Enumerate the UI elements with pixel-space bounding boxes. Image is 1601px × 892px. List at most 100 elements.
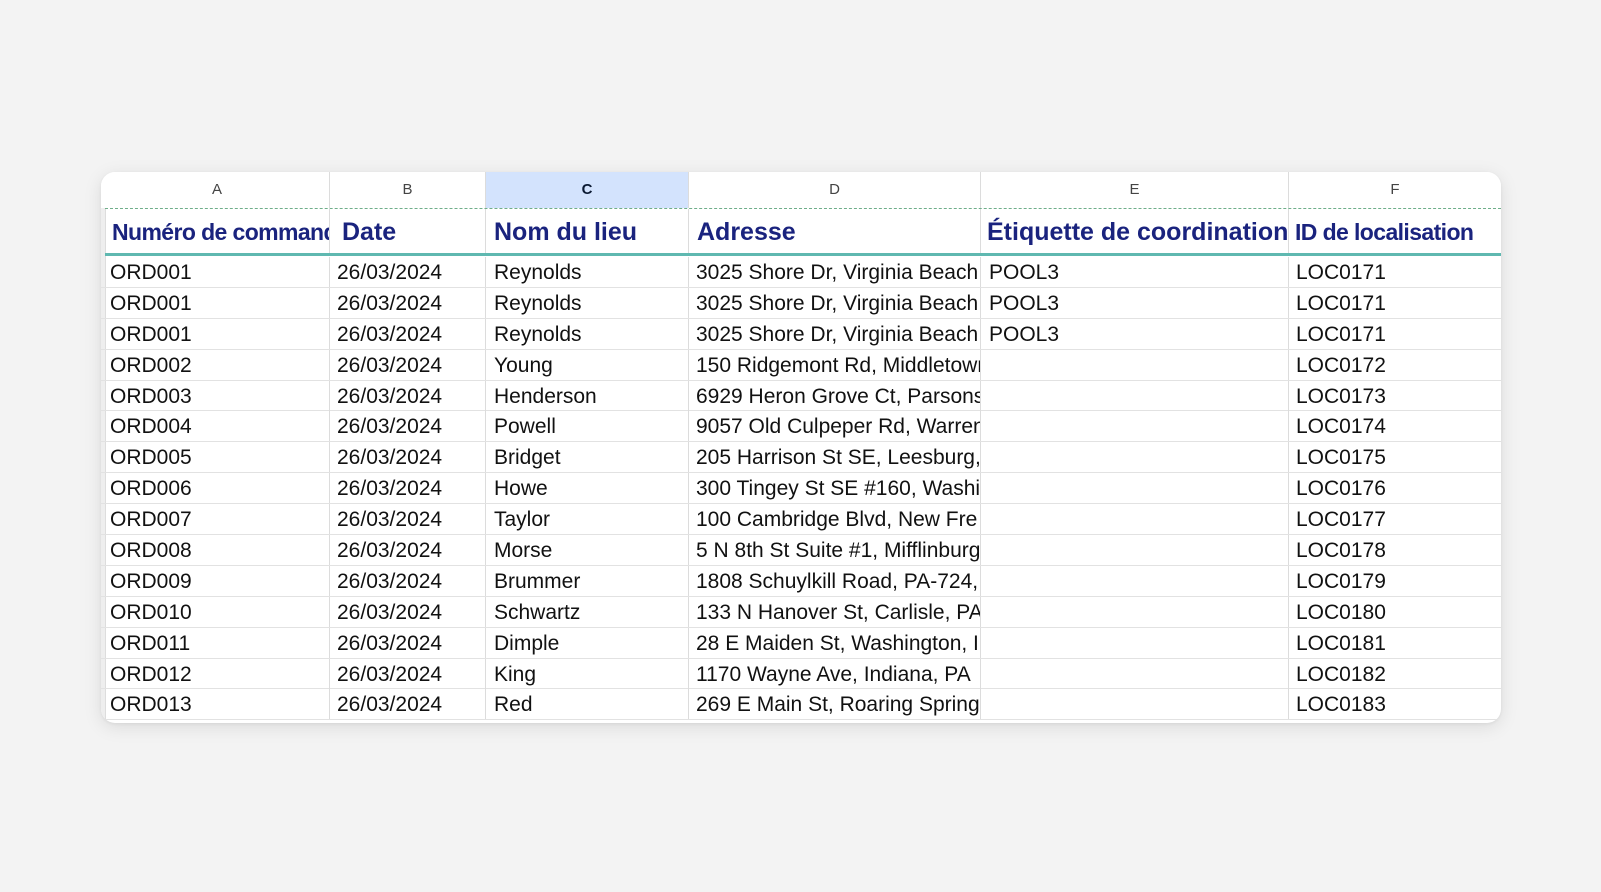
- cell-order-number[interactable]: ORD001: [105, 257, 330, 287]
- cell-coordination-label[interactable]: POOL3: [981, 287, 1289, 318]
- cell-location-id[interactable]: LOC0179: [1289, 566, 1501, 596]
- cell-coordination-label[interactable]: [981, 689, 1289, 720]
- cell-coordination-label[interactable]: [981, 411, 1289, 442]
- cell-date[interactable]: 26/03/2024: [330, 565, 486, 596]
- header-cell-address[interactable]: Adresse: [689, 209, 981, 253]
- cell-location-id[interactable]: LOC0174: [1289, 411, 1501, 441]
- cell-place-name[interactable]: Brummer: [486, 565, 689, 596]
- cell-address[interactable]: 300 Tingey St SE #160, Washi: [689, 473, 981, 504]
- cell-date[interactable]: 26/03/2024: [330, 380, 486, 411]
- cell-address[interactable]: 100 Cambridge Blvd, New Fre: [689, 504, 981, 535]
- cell-place-name[interactable]: Reynolds: [486, 318, 689, 349]
- cell-location-id[interactable]: LOC0171: [1289, 257, 1501, 287]
- cell-order-number[interactable]: ORD013: [105, 689, 330, 720]
- column-header-b[interactable]: B: [330, 172, 486, 208]
- cell-place-name[interactable]: Howe: [486, 473, 689, 504]
- cell-location-id[interactable]: LOC0171: [1289, 288, 1501, 318]
- cell-date[interactable]: 26/03/2024: [330, 257, 486, 287]
- cell-location-id[interactable]: LOC0183: [1289, 689, 1501, 719]
- cell-location-id[interactable]: LOC0182: [1289, 659, 1501, 689]
- cell-place-name[interactable]: Dimple: [486, 627, 689, 658]
- cell-date[interactable]: 26/03/2024: [330, 411, 486, 442]
- cell-address[interactable]: 28 E Maiden St, Washington, Il: [689, 627, 981, 658]
- cell-address[interactable]: 5 N 8th St Suite #1, Mifflinburg: [689, 535, 981, 566]
- cell-coordination-label[interactable]: POOL3: [981, 257, 1289, 287]
- cell-address[interactable]: 3025 Shore Dr, Virginia Beach,: [689, 257, 981, 287]
- cell-coordination-label[interactable]: [981, 349, 1289, 380]
- cell-address[interactable]: 1170 Wayne Ave, Indiana, PA: [689, 658, 981, 689]
- cell-coordination-label[interactable]: [981, 380, 1289, 411]
- header-cell-coordination-label[interactable]: Étiquette de coordination: [981, 209, 1289, 253]
- cell-coordination-label[interactable]: [981, 658, 1289, 689]
- cell-address[interactable]: 3025 Shore Dr, Virginia Beach,: [689, 318, 981, 349]
- cell-order-number[interactable]: ORD005: [105, 442, 330, 473]
- header-cell-date[interactable]: Date: [330, 209, 486, 253]
- column-header-e[interactable]: E: [981, 172, 1289, 208]
- cell-order-number[interactable]: ORD004: [105, 411, 330, 442]
- cell-location-id[interactable]: LOC0176: [1289, 473, 1501, 503]
- cell-address[interactable]: 6929 Heron Grove Ct, Parsons: [689, 380, 981, 411]
- cell-order-number[interactable]: ORD003: [105, 380, 330, 411]
- header-cell-order-number[interactable]: Numéro de commande: [105, 209, 330, 253]
- cell-place-name[interactable]: Reynolds: [486, 257, 689, 287]
- cell-order-number[interactable]: ORD009: [105, 565, 330, 596]
- cell-order-number[interactable]: ORD006: [105, 473, 330, 504]
- cell-location-id[interactable]: LOC0171: [1289, 319, 1501, 349]
- cell-date[interactable]: 26/03/2024: [330, 287, 486, 318]
- cell-location-id[interactable]: LOC0177: [1289, 504, 1501, 534]
- cell-order-number[interactable]: ORD007: [105, 504, 330, 535]
- cell-order-number[interactable]: ORD001: [105, 287, 330, 318]
- cell-order-number[interactable]: ORD010: [105, 596, 330, 627]
- header-cell-location-id[interactable]: ID de localisation: [1289, 209, 1501, 253]
- cell-coordination-label[interactable]: [981, 535, 1289, 566]
- cell-date[interactable]: 26/03/2024: [330, 473, 486, 504]
- cell-place-name[interactable]: Young: [486, 349, 689, 380]
- cell-coordination-label[interactable]: [981, 565, 1289, 596]
- cell-place-name[interactable]: Morse: [486, 535, 689, 566]
- cell-place-name[interactable]: Taylor: [486, 504, 689, 535]
- cell-address[interactable]: 133 N Hanover St, Carlisle, PA: [689, 596, 981, 627]
- cell-place-name[interactable]: King: [486, 658, 689, 689]
- cell-address[interactable]: 269 E Main St, Roaring Spring: [689, 689, 981, 720]
- cell-order-number[interactable]: ORD011: [105, 627, 330, 658]
- cell-location-id[interactable]: LOC0178: [1289, 535, 1501, 565]
- cell-date[interactable]: 26/03/2024: [330, 318, 486, 349]
- cell-date[interactable]: 26/03/2024: [330, 596, 486, 627]
- column-header-a[interactable]: A: [105, 172, 330, 208]
- cell-order-number[interactable]: ORD012: [105, 658, 330, 689]
- cell-place-name[interactable]: Powell: [486, 411, 689, 442]
- cell-coordination-label[interactable]: [981, 504, 1289, 535]
- cell-coordination-label[interactable]: [981, 473, 1289, 504]
- cell-location-id[interactable]: LOC0175: [1289, 442, 1501, 472]
- column-header-c[interactable]: C: [486, 172, 689, 208]
- cell-location-id[interactable]: LOC0181: [1289, 628, 1501, 658]
- cell-order-number[interactable]: ORD008: [105, 535, 330, 566]
- cell-place-name[interactable]: Schwartz: [486, 596, 689, 627]
- cell-address[interactable]: 9057 Old Culpeper Rd, Warren: [689, 411, 981, 442]
- cell-place-name[interactable]: Red: [486, 689, 689, 720]
- header-cell-place-name[interactable]: Nom du lieu: [486, 209, 689, 253]
- cell-coordination-label[interactable]: [981, 442, 1289, 473]
- cell-date[interactable]: 26/03/2024: [330, 349, 486, 380]
- column-header-f[interactable]: F: [1289, 172, 1501, 208]
- cell-address[interactable]: 3025 Shore Dr, Virginia Beach,: [689, 287, 981, 318]
- cell-location-id[interactable]: LOC0172: [1289, 350, 1501, 380]
- cell-coordination-label[interactable]: [981, 596, 1289, 627]
- cell-order-number[interactable]: ORD001: [105, 318, 330, 349]
- cell-date[interactable]: 26/03/2024: [330, 504, 486, 535]
- cell-place-name[interactable]: Bridget: [486, 442, 689, 473]
- cell-location-id[interactable]: LOC0173: [1289, 381, 1501, 411]
- cell-date[interactable]: 26/03/2024: [330, 658, 486, 689]
- cell-place-name[interactable]: Reynolds: [486, 287, 689, 318]
- cell-location-id[interactable]: LOC0180: [1289, 597, 1501, 627]
- cell-date[interactable]: 26/03/2024: [330, 442, 486, 473]
- cell-date[interactable]: 26/03/2024: [330, 535, 486, 566]
- cell-address[interactable]: 1808 Schuylkill Road, PA-724,: [689, 565, 981, 596]
- cell-address[interactable]: 205 Harrison St SE, Leesburg,: [689, 442, 981, 473]
- cell-coordination-label[interactable]: [981, 627, 1289, 658]
- cell-place-name[interactable]: Henderson: [486, 380, 689, 411]
- cell-date[interactable]: 26/03/2024: [330, 689, 486, 720]
- cell-coordination-label[interactable]: POOL3: [981, 318, 1289, 349]
- cell-address[interactable]: 150 Ridgemont Rd, Middletown: [689, 349, 981, 380]
- column-header-d[interactable]: D: [689, 172, 981, 208]
